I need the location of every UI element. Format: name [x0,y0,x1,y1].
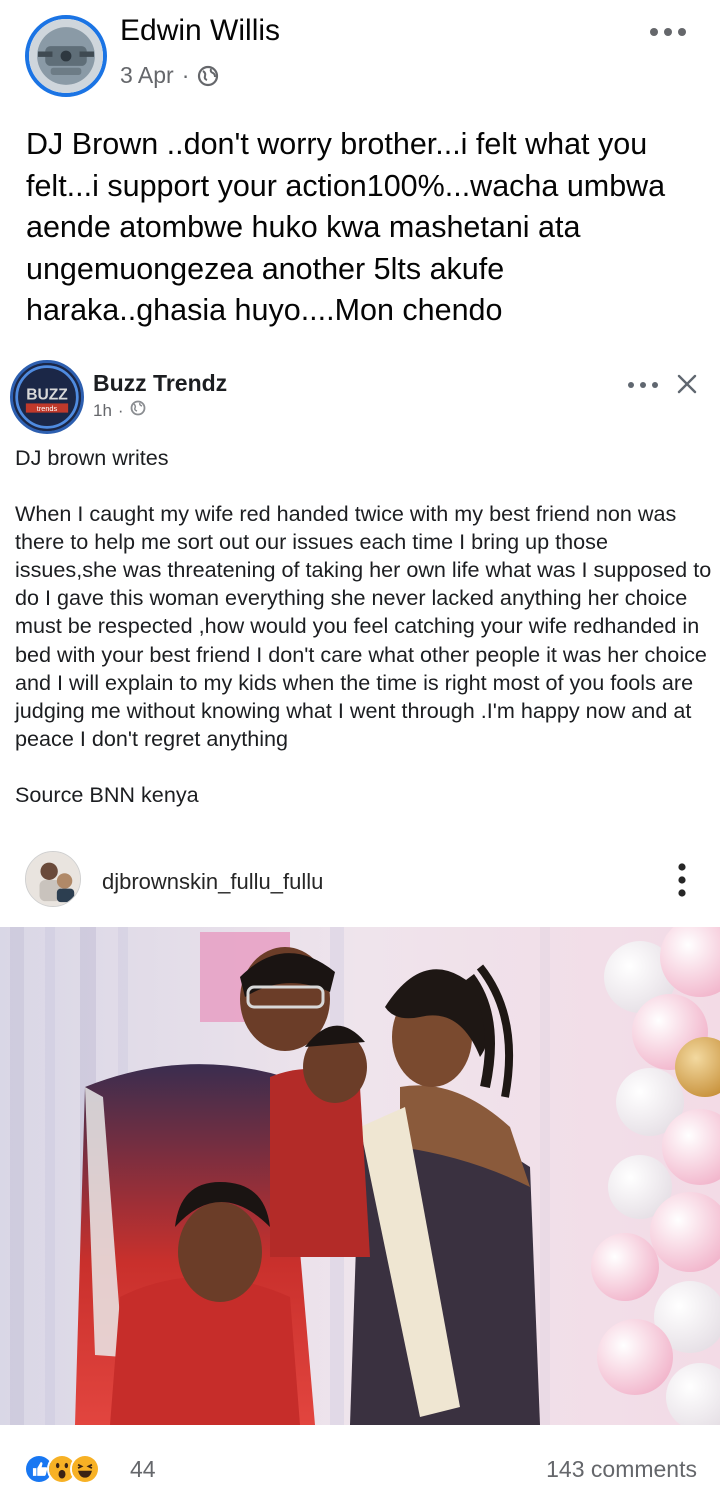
shared-meta-separator: · [117,400,124,420]
shared-paragraph-intro: DJ brown writes [15,445,169,470]
instagram-username: djbrownskin_fullu_fullu [102,869,324,894]
close-icon [675,372,699,396]
post-date[interactable]: 3 Apr [120,62,174,89]
post-footer: 44 143 comments [0,1440,720,1500]
instagram-avatar [25,851,81,907]
shared-paragraph-body: When I caught my wife red handed twice w… [15,501,712,751]
page-avatar: BUZZ trends [10,360,84,434]
page-avatar-text: BUZZ [26,387,68,404]
more-options-icon[interactable] [648,22,688,42]
haha-reaction-icon [70,1454,100,1484]
family-photo [0,927,720,1425]
shared-post-time: 1h [93,400,112,420]
shared-globe-icon [130,400,146,421]
globe-icon [197,65,219,87]
reaction-count[interactable]: 44 [130,1456,156,1483]
vertical-dots-icon [668,860,696,900]
shared-post-text: DJ brown writes When I caught my wife re… [15,444,715,809]
shared-paragraph-source: Source BNN kenya [15,781,199,807]
shared-post-meta: 1h · [93,400,146,421]
shared-more-icon [626,378,660,390]
comment-count[interactable]: 143 comments [546,1456,697,1483]
meta-separator: · [181,62,190,88]
post-text: DJ Brown ..don't worry brother...i felt … [26,127,666,327]
author-name[interactable]: Edwin Willis [120,14,280,48]
post-header: Edwin Willis 3 Apr · [0,0,720,110]
page-name: Buzz Trendz [93,370,228,396]
shared-image[interactable]: BUZZ trends Buzz Trendz 1h · DJ brown wr… [0,340,720,1425]
author-avatar[interactable] [25,15,107,97]
reaction-icons[interactable] [24,1454,100,1484]
post-meta: 3 Apr · [120,62,219,89]
page-avatar-subtext: trends [37,404,58,413]
